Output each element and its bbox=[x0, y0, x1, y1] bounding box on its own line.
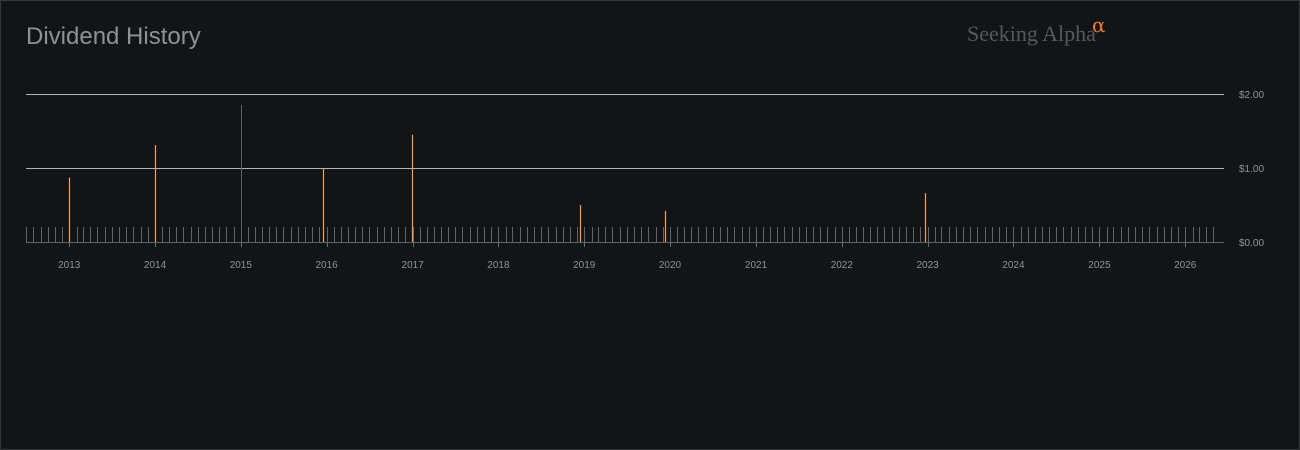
axis-labels: $0.00 $1.00 $2.00 2013 2014 2015 2016 2017 2018 2… bbox=[58, 90, 1264, 271]
x-tick-label: 2022 bbox=[831, 260, 854, 271]
x-tick-label: 2021 bbox=[745, 260, 768, 271]
minor-ticks bbox=[26, 227, 1214, 247]
dividend-history-card: Dividend History Seeking Alpha α $0.00 $1… bbox=[0, 0, 1300, 450]
x-tick-label: 2020 bbox=[659, 260, 682, 271]
x-tick-label: 2016 bbox=[315, 260, 338, 271]
x-tick-label: 2026 bbox=[1174, 260, 1197, 271]
x-tick-label: 2014 bbox=[144, 260, 167, 271]
dividend-chart: $0.00 $1.00 $2.00 2013 2014 2015 2016 2017 2018 2… bbox=[26, 90, 1264, 271]
dividend-bars bbox=[68, 105, 927, 242]
x-tick-label: 2023 bbox=[916, 260, 939, 271]
x-tick-label: 2018 bbox=[487, 260, 510, 271]
x-tick-label: 2015 bbox=[230, 260, 253, 271]
x-tick-label: 2019 bbox=[573, 260, 596, 271]
y-tick-label: $0.00 bbox=[1239, 238, 1264, 249]
x-tick-label: 2013 bbox=[58, 260, 81, 271]
y-tick-label: $2.00 bbox=[1239, 90, 1264, 101]
x-tick-label: 2024 bbox=[1002, 260, 1025, 271]
gridlines bbox=[26, 94, 1224, 243]
x-tick-label: 2025 bbox=[1088, 260, 1111, 271]
y-tick-label: $1.00 bbox=[1239, 164, 1264, 175]
x-tick-label: 2017 bbox=[402, 260, 425, 271]
